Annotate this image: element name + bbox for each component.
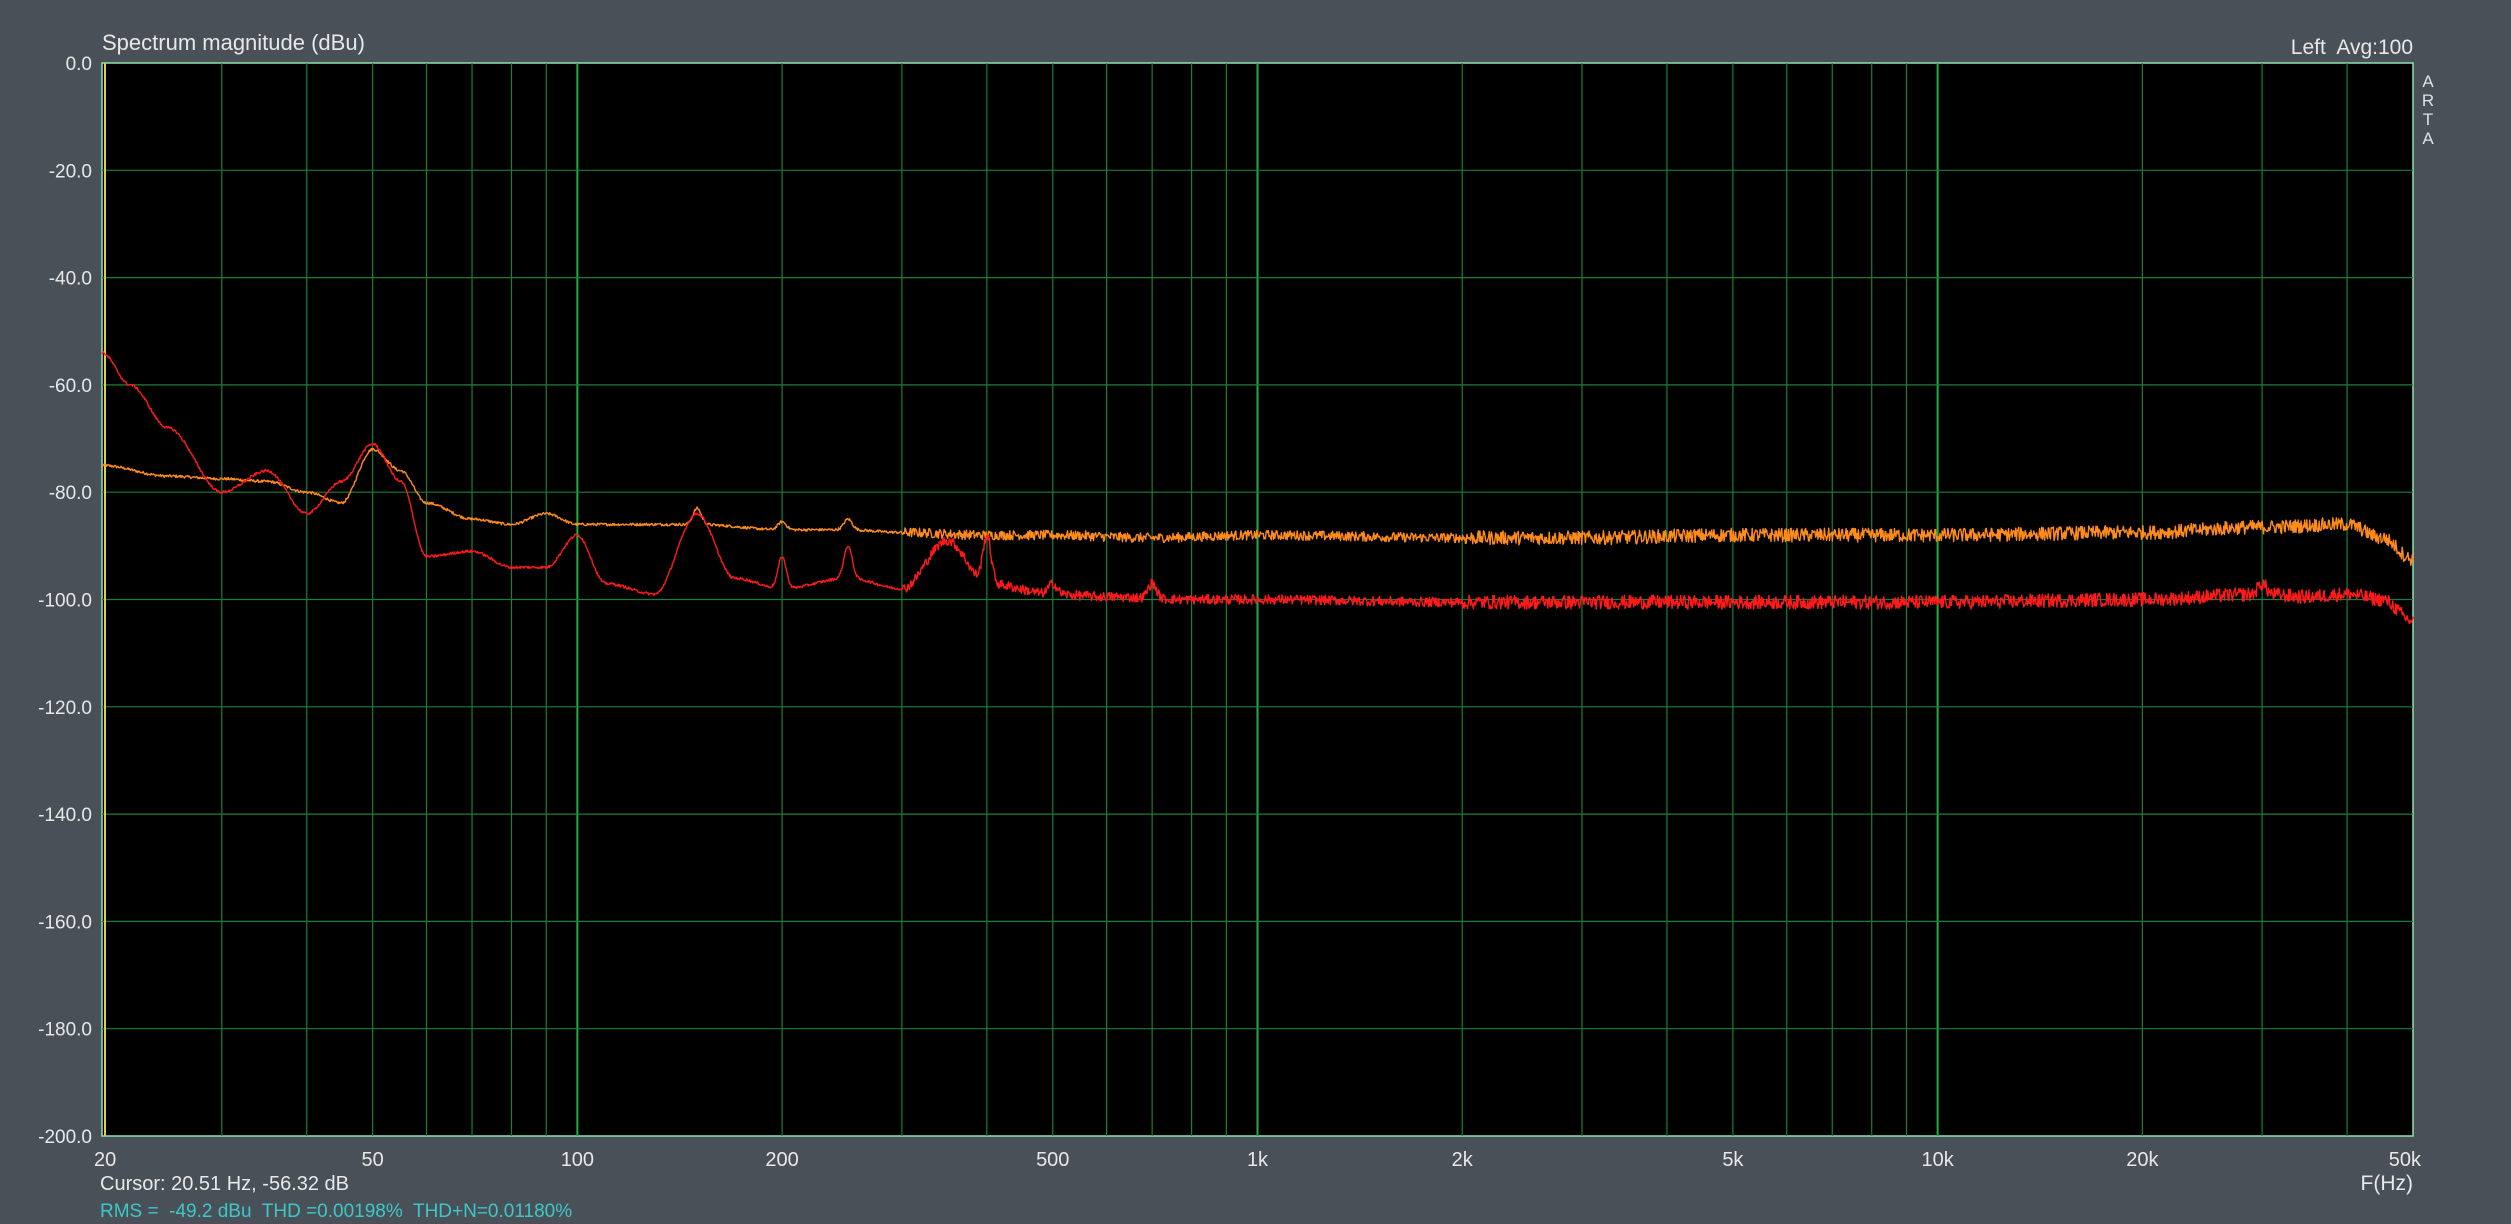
x-tick-label: 20 [94, 1149, 116, 1171]
y-tick-label: -120.0 [38, 698, 92, 719]
chart-title: Spectrum magnitude (dBu) [102, 30, 365, 55]
x-tick-label: 200 [765, 1149, 798, 1171]
y-tick-labels: 0.0 -20.0 -40.0 -60.0 -80.0 -100.0 -120.0 -140.… [38, 54, 92, 1148]
cursor-readout: Cursor: 20.51 Hz, -56.32 dB [100, 1173, 349, 1195]
y-tick-label: -40.0 [49, 269, 92, 290]
x-tick-label: 50k [2389, 1149, 2422, 1171]
x-tick-labels: 20 50 100 200 500 1k 2k 5k 10k 20k 50k [94, 1149, 2422, 1171]
stats-readout: RMS = -49.2 dBu THD =0.00198% THD+N=0.01… [100, 1201, 572, 1222]
x-tick-label: 1k [1247, 1149, 1269, 1171]
y-tick-label: -180.0 [38, 1020, 92, 1041]
x-axis-label: F(Hz) [2361, 1172, 2413, 1195]
channel-average-label: Left Avg:100 [2291, 36, 2413, 59]
arta-window: Spectrum magnitude (dBu) Left Avg:100 AR… [0, 0, 2511, 1224]
y-tick-label: -200.0 [38, 1127, 92, 1148]
y-tick-label: 0.0 [66, 54, 92, 75]
spectrum-chart[interactable]: Spectrum magnitude (dBu) Left Avg:100 AR… [0, 0, 2511, 1224]
y-tick-label: -20.0 [49, 161, 92, 182]
y-tick-label: -160.0 [38, 912, 92, 933]
x-tick-label: 5k [1722, 1149, 1744, 1171]
x-tick-label: 20k [2126, 1149, 2159, 1171]
y-tick-label: -140.0 [38, 805, 92, 826]
x-tick-label: 50 [362, 1149, 384, 1171]
x-tick-label: 500 [1036, 1149, 1069, 1171]
x-tick-label: 100 [561, 1149, 594, 1171]
arta-side-label: ARTA [2419, 72, 2438, 148]
x-tick-label: 10k [1921, 1149, 1954, 1171]
y-tick-label: -60.0 [49, 376, 92, 397]
y-tick-label: -100.0 [38, 591, 92, 612]
x-tick-label: 2k [1452, 1149, 1474, 1171]
y-tick-label: -80.0 [49, 483, 92, 504]
